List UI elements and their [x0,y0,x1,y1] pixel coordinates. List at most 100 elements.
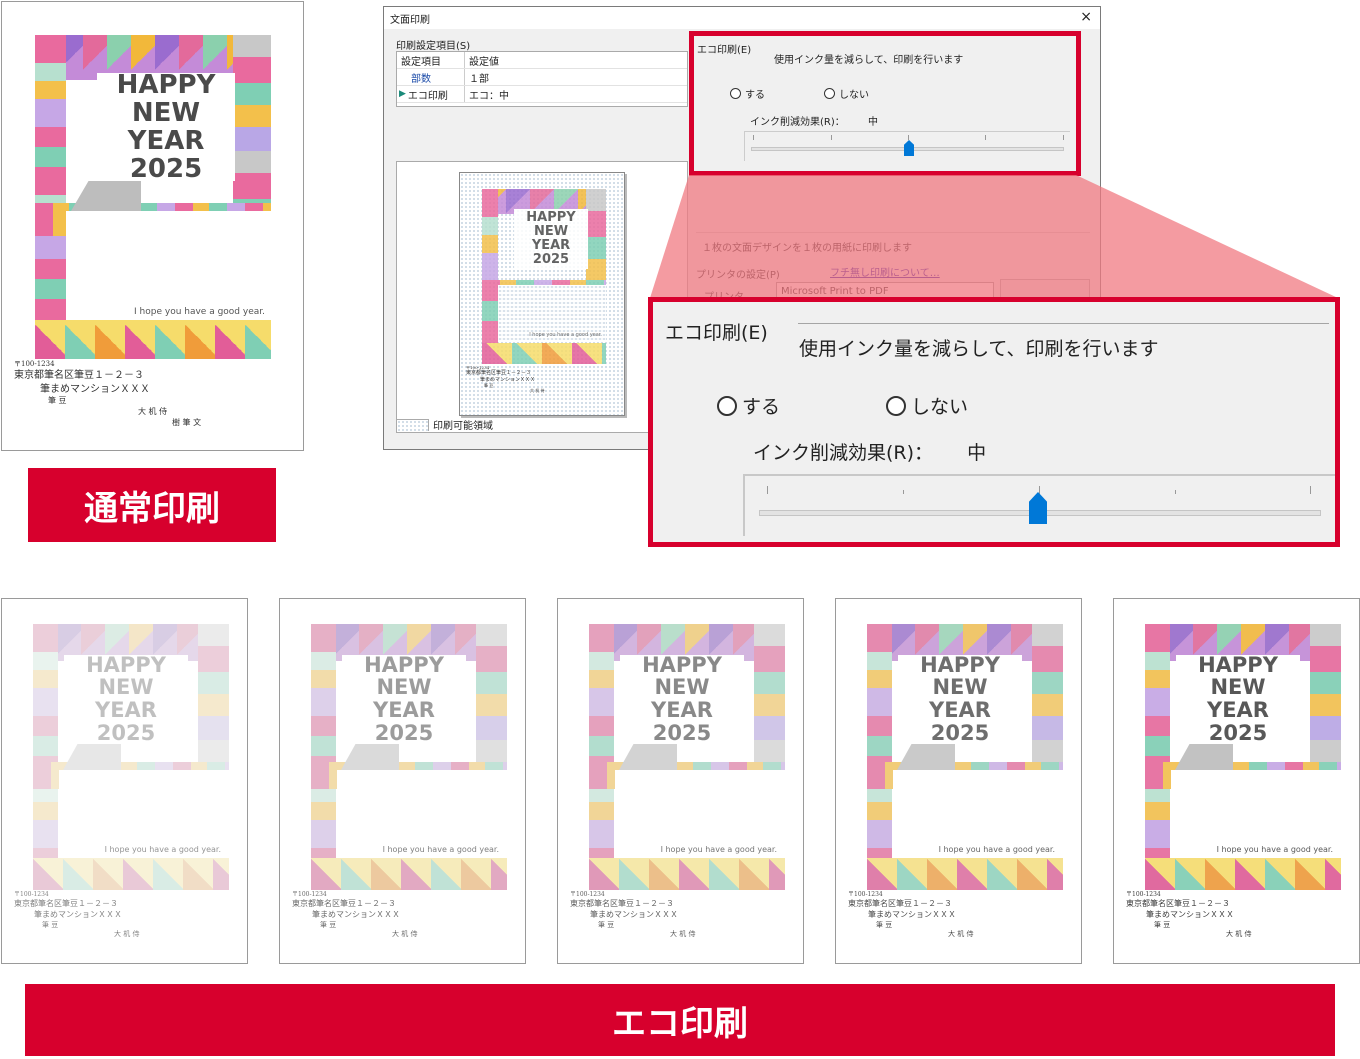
close-button[interactable]: × [1080,9,1092,25]
card-new-year: NEW YEAR [127,97,205,156]
eco-card-addr2: 筆まめマンションＸＸＸ [590,909,678,919]
ink-slider-thumb[interactable] [904,140,914,156]
card-sender: 大 机 侍 [138,407,168,417]
card-artwork: HAPPY NEW YEAR 2025 I hope you have a go… [35,35,271,359]
eco-radio-on[interactable]: する [730,86,765,101]
card-addr2: 筆まめマンションＸＸＸ [40,383,150,395]
eco-card-postal: 〒100-1234 [1126,891,1161,898]
zoom-ink-slider-thumb[interactable] [1029,492,1047,524]
borderless-link[interactable]: フチ無し印刷について… [830,264,940,279]
preview-page: HAPPY NEW YEAR 2025 I hope you have a go… [459,172,625,416]
zoom-ink-value: 中 [967,442,987,464]
dialog-titlebar: 文面印刷 × [384,7,1100,29]
eco-card-title-box: HAPPY NEW YEAR 2025 [1176,653,1300,744]
eco-card-greeting: I hope you have a good year. [660,845,777,854]
eco-card-postal: 〒100-1234 [570,891,605,898]
printer-label: プリンタの設定(P) [696,270,780,281]
eco-card-sender: 大 机 侍 [948,930,974,939]
col-item: 設定項目 [397,52,465,68]
eco-card-addr2: 筆まめマンションＸＸＸ [868,909,956,919]
eco-card-year: 2025 [930,720,990,745]
printable-area-label: 印刷可能領域 [433,421,493,432]
zoom-eco-description: 使用インク量を減らして、印刷を行います [799,338,1159,360]
card-address: 〒100-1234 東京都筆名区筆豆１－２－３ 筆まめマンションＸＸＸ 筆 豆 … [14,360,201,429]
eco-card-year: 2025 [374,720,434,745]
eco-card-sender: 大 机 侍 [1226,930,1252,939]
ink-label: インク削減効果(R)： [750,117,845,128]
eco-card-address: 〒100-1234 東京都筆名区筆豆１－２－３ 筆まめマンションＸＸＸ 筆 豆大 机 … [292,891,417,940]
eco-card-new-year: NEW YEAR [373,675,435,722]
eco-card-names: 筆 豆 [42,920,59,929]
preview-year: 2025 [532,252,570,268]
eco-card-addr1: 東京都筆名区筆豆１－２－３ [14,899,118,909]
radio-on-icon [730,88,741,99]
eco-callout-zoomed: エコ印刷(E) 使用インク量を減らして、印刷を行います する しない インク削減… [648,297,1340,547]
eco-card-names: 筆 豆 [876,920,893,929]
zoom-ink-label: インク削減効果(R)： [753,442,934,464]
eco-card-happy: HAPPY [920,652,1000,677]
eco-group-label: エコ印刷(E) [697,45,752,56]
card-happy: HAPPY [116,69,216,100]
eco-card-5: HAPPY NEW YEAR 2025 I hope you have a good … [1113,598,1360,964]
settings-grid[interactable]: 設定項目 設定値 部数 １部 ▶ エコ印刷 エコ：中 [396,51,688,107]
row-eco-value: エコ：中 [469,90,509,102]
eco-card-names: 筆 豆 [320,920,337,929]
zoom-radio-off[interactable]: しない [886,392,968,419]
eco-radio-off[interactable]: しない [824,86,869,101]
eco-card-title-box: HAPPY NEW YEAR 2025 [898,652,1022,745]
card-addr1: 東京都筆名区筆豆１－２－３ [14,370,144,382]
eco-card-new-year: NEW YEAR [929,675,991,722]
zoom-radio-on[interactable]: する [717,392,780,419]
eco-card-sender: 大 机 侍 [670,930,696,939]
eco-print-label: エコ印刷 [25,984,1335,1056]
eco-card-title-box: HAPPY NEW YEAR 2025 [64,653,188,745]
zoom-group-line [798,323,1329,324]
printable-area-legend: 印刷可能領域 [397,417,493,432]
eco-card-names: 筆 豆 [1154,920,1171,929]
eco-card-2: HAPPY NEW YEAR 2025 I hope you have a good … [279,598,526,964]
grid-row-eco[interactable]: ▶ エコ印刷 エコ：中 [397,86,687,103]
eco-card-year: 2025 [96,720,156,745]
eco-card-3: HAPPY NEW YEAR 2025 I hope you have a good … [557,598,804,964]
zoom-radio-on-icon [717,395,737,416]
eco-card-title-box: HAPPY NEW YEAR 2025 [620,652,744,745]
eco-card-sender: 大 机 侍 [114,930,140,939]
grid-header: 設定項目 設定値 [397,52,687,69]
eco-card-4: HAPPY NEW YEAR 2025 I hope you have a good … [835,598,1082,964]
eco-card-new-year: NEW YEAR [1207,675,1269,722]
eco-card-address: 〒100-1234 東京都筆名区筆豆１－２－３ 筆まめマンションＸＸＸ 筆 豆大 机 … [570,891,695,940]
card-sender2: 樹 筆 文 [172,418,202,428]
card-title-box: HAPPY NEW YEAR 2025 [97,69,235,183]
eco-card-addr1: 東京都筆名区筆豆１－２－３ [1126,899,1230,909]
eco-card-greeting: I hope you have a good year. [1216,845,1333,854]
zoom-eco-group-label: エコ印刷(E) [665,322,768,344]
row-pointer-icon: ▶ [399,89,406,99]
eco-card-postal: 〒100-1234 [292,891,327,898]
eco-card-addr1: 東京都筆名区筆豆１－２－３ [848,899,952,909]
eco-card-happy: HAPPY [642,652,722,677]
zoom-ink-slider[interactable] [743,474,1335,536]
eco-card-title-box: HAPPY NEW YEAR 2025 [342,652,466,745]
layout-note: １枚の文面デザインを１枚の用紙に印刷します [702,243,912,254]
eco-card-addr2: 筆まめマンションＸＸＸ [1146,909,1234,919]
zoom-radio-off-label: しない [911,396,969,418]
eco-card-new-year: NEW YEAR [95,675,157,722]
preview-greeting: I hope you have a good year. [529,332,602,338]
eco-card-happy: HAPPY [364,652,444,677]
zoom-ink-reduction: インク削減効果(R)： 中 [753,438,986,465]
eco-card-postal: 〒100-1234 [14,891,49,898]
row-copies-item: 部数 [397,69,465,85]
eco-card-address: 〒100-1234 東京都筆名区筆豆１－２－３ 筆まめマンションＸＸＸ 筆 豆大 机 … [848,891,973,940]
preview-sender: 大 机 侍 [530,388,545,394]
grid-row-copies[interactable]: 部数 １部 [397,69,687,86]
zoom-radio-off-icon [886,395,906,416]
eco-card-names: 筆 豆 [598,920,615,929]
ink-slider[interactable] [744,131,1070,161]
card-postal: 〒100-1234 [14,360,55,368]
eco-card-addr2: 筆まめマンションＸＸＸ [34,909,122,919]
eco-card-1: HAPPY NEW YEAR 2025 I hope you have a good … [1,598,248,964]
preview-address: 〒100-1234 東京都筆名区筆豆１－２－３ 筆まめマンションＸＸＸ 筆 豆 … [466,365,545,394]
radio-off-icon [824,88,835,99]
eco-card-year: 2025 [652,720,712,745]
eco-card-greeting: I hope you have a good year. [382,845,499,854]
